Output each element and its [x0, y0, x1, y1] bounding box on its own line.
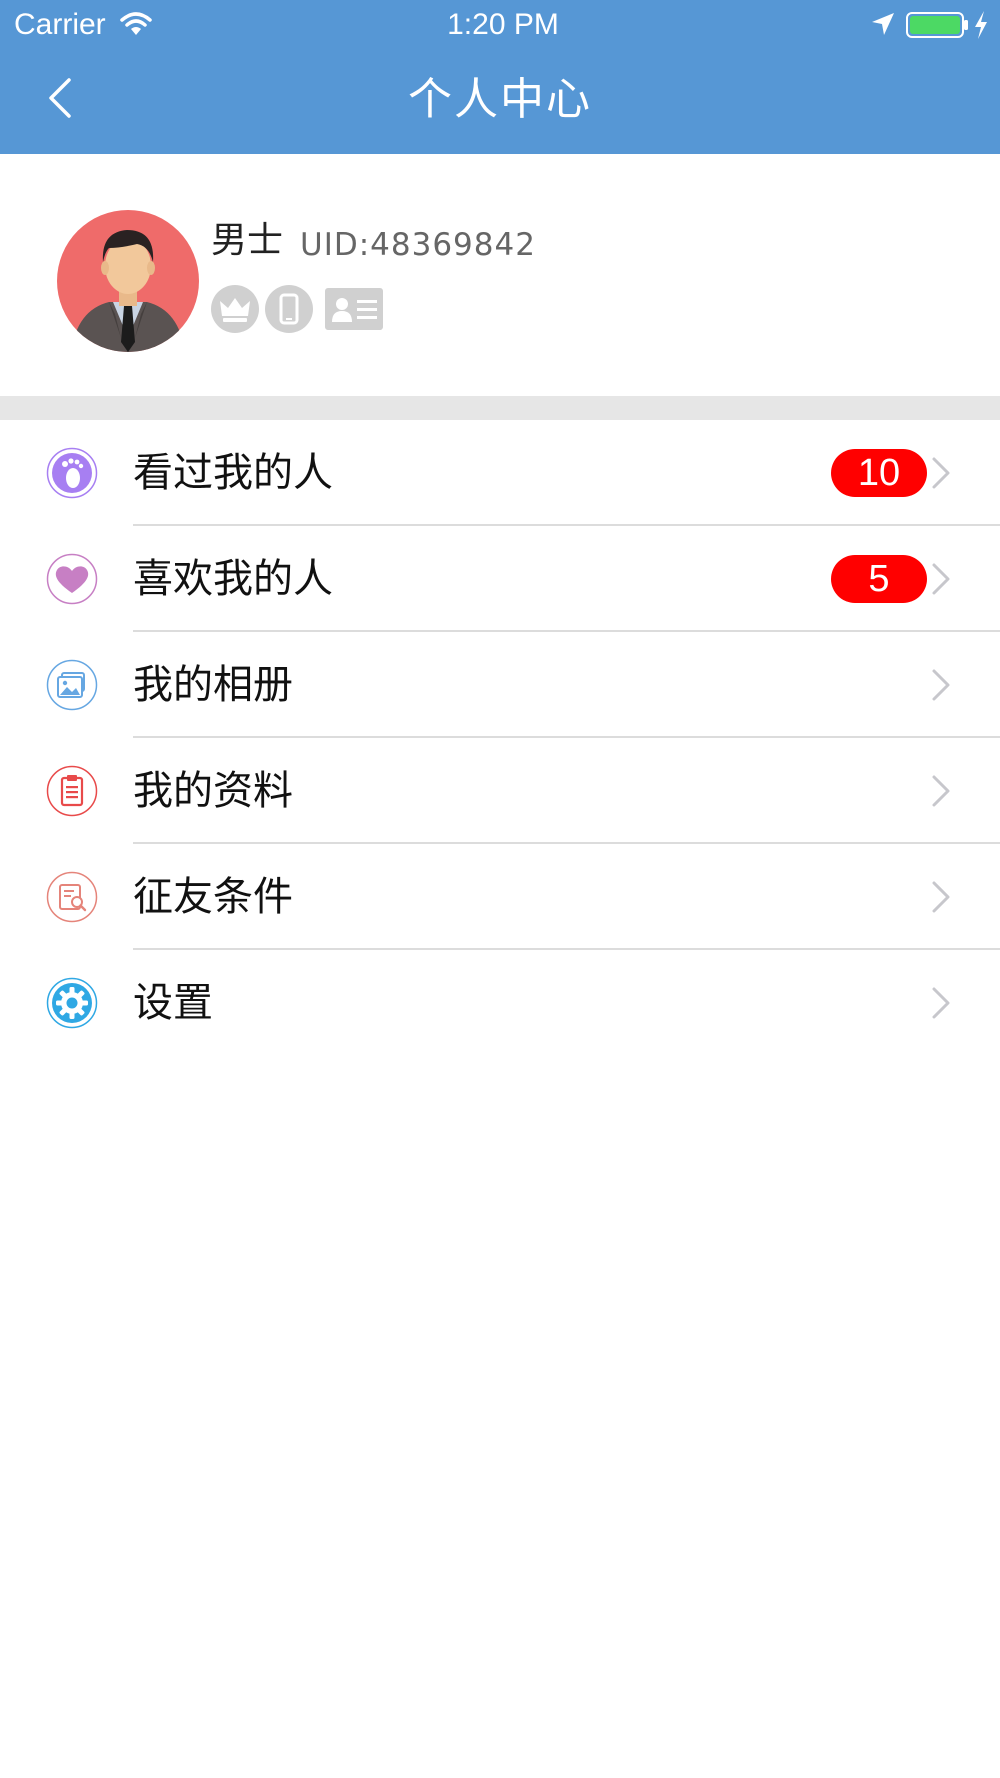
- menu-list: 看过我的人 10 喜欢我的人 5 我的相册 我的资料 征友条件 设置: [0, 420, 1000, 1056]
- navigation-bar: 个人中心: [0, 50, 1000, 154]
- chevron-right-icon: [932, 563, 950, 595]
- status-bar: Carrier 1:20 PM: [0, 0, 1000, 50]
- chevron-right-icon: [932, 669, 950, 701]
- header: Carrier 1:20 PM 个人中心: [0, 0, 1000, 154]
- menu-item-label: 设置: [133, 980, 213, 1026]
- menu-item-likes[interactable]: 喜欢我的人 5: [0, 526, 1000, 632]
- menu-item-visitors[interactable]: 看过我的人 10: [0, 420, 1000, 526]
- user-id: UID:48369842: [300, 227, 536, 263]
- charging-bolt-icon: [975, 11, 987, 39]
- location-arrow-icon: [872, 13, 894, 35]
- id-card-icon[interactable]: [324, 284, 384, 334]
- gear-icon: [46, 977, 98, 1029]
- menu-item-profile[interactable]: 我的资料: [0, 738, 1000, 844]
- search-document-icon: [46, 871, 98, 923]
- menu-item-album[interactable]: 我的相册: [0, 632, 1000, 738]
- menu-item-label: 我的资料: [133, 768, 293, 814]
- menu-item-label: 征友条件: [133, 874, 293, 920]
- page-title: 个人中心: [408, 74, 592, 125]
- crown-icon[interactable]: [210, 284, 260, 334]
- verification-badges: [210, 284, 384, 334]
- nickname: 男士: [211, 220, 284, 261]
- heart-icon: [46, 553, 98, 605]
- menu-item-label: 看过我的人: [133, 450, 333, 496]
- footprint-icon: [46, 447, 98, 499]
- menu-item-criteria[interactable]: 征友条件: [0, 844, 1000, 950]
- chevron-right-icon: [932, 775, 950, 807]
- status-time: 1:20 PM: [447, 8, 559, 41]
- clipboard-icon: [46, 765, 98, 817]
- chevron-right-icon: [932, 881, 950, 913]
- menu-item-label: 我的相册: [133, 662, 293, 708]
- menu-item-label: 喜欢我的人: [133, 556, 333, 602]
- chevron-right-icon: [932, 457, 950, 489]
- avatar[interactable]: [57, 210, 199, 352]
- photo-album-icon: [46, 659, 98, 711]
- profile-card: 男士 UID:48369842: [0, 154, 1000, 396]
- battery-icon: [906, 12, 968, 38]
- menu-item-settings[interactable]: 设置: [0, 950, 1000, 1056]
- count-badge: 5: [831, 555, 927, 603]
- phone-icon[interactable]: [264, 284, 314, 334]
- count-badge: 10: [831, 449, 927, 497]
- chevron-right-icon: [932, 987, 950, 1019]
- section-divider: [0, 396, 1000, 420]
